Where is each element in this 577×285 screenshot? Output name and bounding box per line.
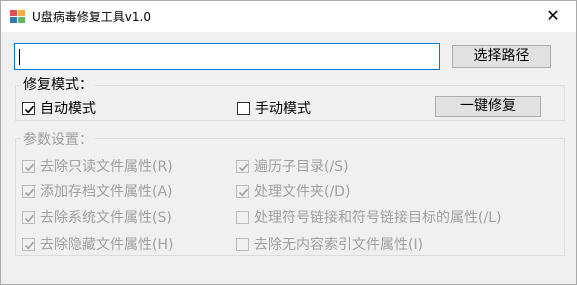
checkbox-box[interactable] <box>237 101 250 115</box>
option-process-folders[interactable]: 处理文件夹(/D) <box>236 181 350 201</box>
path-input[interactable] <box>14 43 440 70</box>
checkbox-box[interactable] <box>22 159 35 173</box>
one-click-repair-button[interactable]: 一键修复 <box>435 96 541 117</box>
check-icon <box>24 163 35 171</box>
option-label: 去除无内容索引文件属性(I) <box>254 237 424 253</box>
text-caret <box>19 49 20 65</box>
check-icon <box>238 188 249 196</box>
check-icon <box>24 241 35 249</box>
title-bar[interactable]: U盘病毒修复工具v1.0 ✕ <box>1 1 576 32</box>
option-add-archive[interactable]: 添加存档文件属性(A) <box>22 181 173 201</box>
option-label: 处理符号链接和符号链接目标的属性(/L) <box>254 210 502 226</box>
auto-mode-checkbox[interactable]: 自动模式 <box>22 98 96 118</box>
check-icon <box>24 105 35 113</box>
repair-mode-label: 修复模式： <box>21 74 95 94</box>
checkbox-box[interactable] <box>22 184 35 198</box>
option-label: 遍历子目录(/S) <box>254 159 349 175</box>
close-icon: ✕ <box>546 6 560 25</box>
close-button[interactable]: ✕ <box>530 1 576 31</box>
checkbox-box[interactable] <box>22 237 35 251</box>
window-title: U盘病毒修复工具v1.0 <box>32 10 151 24</box>
option-label: 处理文件夹(/D) <box>254 184 351 200</box>
main-window: U盘病毒修复工具v1.0 ✕ 选择路径 修复模式： 自动模式 手动模式 一键修复… <box>0 0 577 285</box>
option-label: 去除只读文件属性(R) <box>40 159 173 175</box>
checkbox-box[interactable] <box>236 184 249 198</box>
browse-path-button[interactable]: 选择路径 <box>452 45 551 68</box>
auto-mode-label: 自动模式 <box>40 101 96 117</box>
check-icon <box>24 214 35 222</box>
checkbox-box[interactable] <box>22 210 35 224</box>
option-remove-system[interactable]: 去除系统文件属性(S) <box>22 207 172 227</box>
app-icon <box>10 10 26 23</box>
check-icon <box>24 188 35 196</box>
option-remove-not-indexed[interactable]: 去除无内容索引文件属性(I) <box>236 234 423 254</box>
option-label: 去除系统文件属性(S) <box>40 210 172 226</box>
params-label: 参数设置： <box>21 129 95 149</box>
option-label: 去除隐藏文件属性(H) <box>40 237 174 253</box>
option-label: 添加存档文件属性(A) <box>40 184 173 200</box>
option-recurse-subdirs[interactable]: 遍历子目录(/S) <box>236 156 349 176</box>
manual-mode-checkbox[interactable]: 手动模式 <box>237 98 311 118</box>
checkbox-box[interactable] <box>22 101 35 115</box>
option-symlink-attrs[interactable]: 处理符号链接和符号链接目标的属性(/L) <box>236 207 501 227</box>
check-icon <box>238 163 249 171</box>
option-remove-readonly[interactable]: 去除只读文件属性(R) <box>22 156 173 176</box>
checkbox-box[interactable] <box>236 237 249 251</box>
checkbox-box[interactable] <box>236 159 249 173</box>
option-remove-hidden[interactable]: 去除隐藏文件属性(H) <box>22 234 173 254</box>
manual-mode-label: 手动模式 <box>255 101 311 117</box>
checkbox-box[interactable] <box>236 210 249 224</box>
